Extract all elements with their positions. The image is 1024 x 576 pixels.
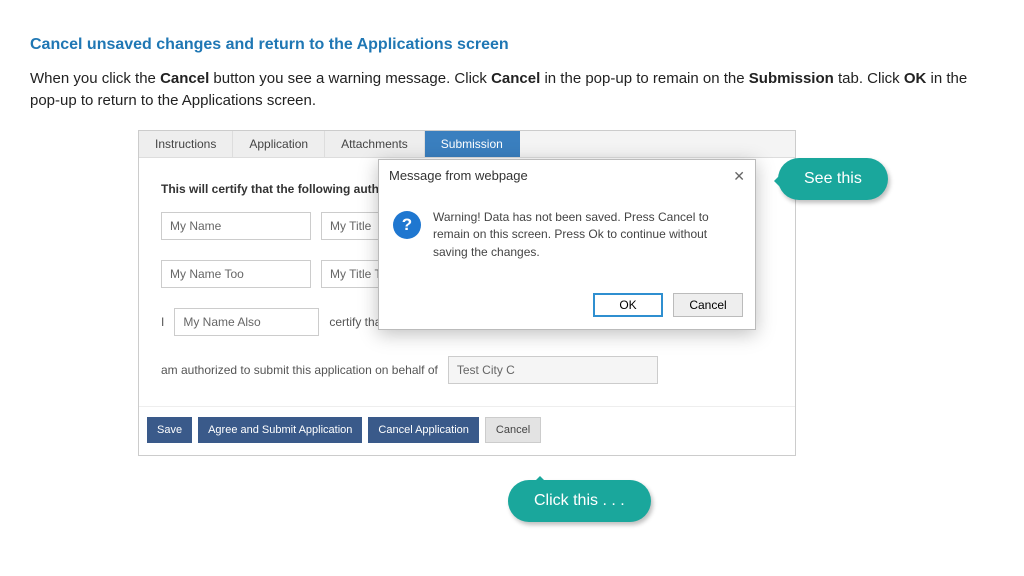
intro-text: button you see a warning message. Click: [209, 70, 491, 87]
tab-submission[interactable]: Submission: [425, 131, 520, 157]
name-2-input[interactable]: My Name Too: [161, 260, 311, 288]
warning-dialog: Message from webpage ✕ ? Warning! Data h…: [378, 159, 756, 330]
authorized-line-text: am authorized to submit this application…: [161, 363, 438, 377]
cancel-button[interactable]: Cancel: [485, 417, 541, 443]
save-button[interactable]: Save: [147, 417, 192, 443]
intro-bold-cancel-2: Cancel: [491, 70, 540, 87]
name-1-input[interactable]: My Name: [161, 212, 311, 240]
dialog-message: Warning! Data has not been saved. Press …: [433, 209, 741, 261]
intro-paragraph: When you click the Cancel button you see…: [30, 68, 990, 112]
dialog-ok-button[interactable]: OK: [593, 293, 663, 317]
close-icon[interactable]: ✕: [733, 169, 745, 183]
page-heading: Cancel unsaved changes and return to the…: [30, 36, 994, 54]
tab-instructions[interactable]: Instructions: [139, 131, 233, 157]
intro-bold-cancel-1: Cancel: [160, 70, 209, 87]
agree-submit-button[interactable]: Agree and Submit Application: [198, 417, 362, 443]
dialog-cancel-button[interactable]: Cancel: [673, 293, 743, 317]
organization-input: Test City C: [448, 356, 658, 384]
tab-application[interactable]: Application: [233, 131, 325, 157]
tab-bar: Instructions Application Attachments Sub…: [139, 131, 795, 158]
intro-text: When you click the: [30, 70, 160, 87]
click-this-callout: Click this . . .: [508, 480, 651, 522]
action-button-bar: Save Agree and Submit Application Cancel…: [139, 406, 795, 455]
intro-bold-ok: OK: [904, 70, 927, 87]
name-3-input[interactable]: My Name Also: [174, 308, 319, 336]
intro-bold-submission: Submission: [749, 70, 834, 87]
cancel-application-button[interactable]: Cancel Application: [368, 417, 479, 443]
i-leading-text: I: [161, 315, 164, 329]
see-this-callout: See this: [778, 158, 888, 200]
dialog-title: Message from webpage: [389, 168, 528, 183]
question-icon: ?: [393, 211, 421, 239]
intro-text: in the pop-up to remain on the: [540, 70, 748, 87]
tab-attachments[interactable]: Attachments: [325, 131, 425, 157]
intro-text: tab. Click: [834, 70, 904, 87]
